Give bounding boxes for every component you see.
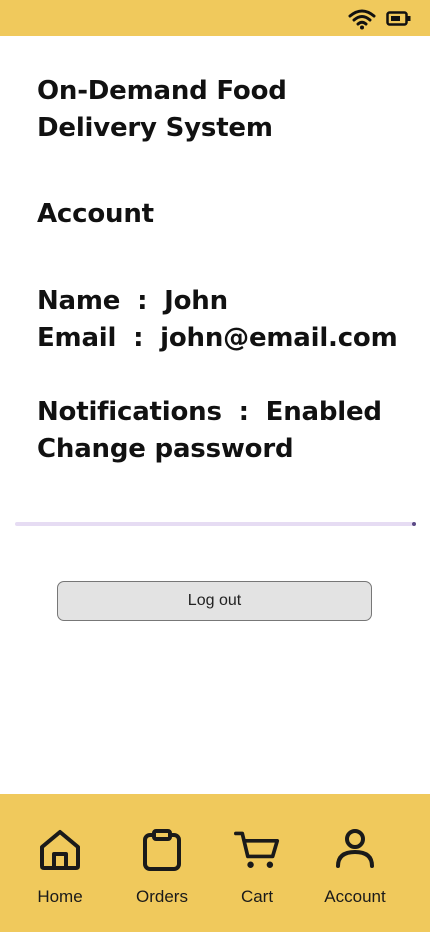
nav-label-account: Account <box>324 887 386 906</box>
change-password-link[interactable]: Change password <box>37 431 417 468</box>
title-line-1: On-Demand Food <box>37 76 287 106</box>
name-value: John <box>164 286 228 316</box>
nav-label-orders: Orders <box>136 887 188 906</box>
notifications-row[interactable]: Notifications : Enabled <box>37 394 417 431</box>
logout-button[interactable]: Log out <box>57 581 372 621</box>
notifications-value: Enabled <box>265 397 382 427</box>
separator: : <box>137 286 148 316</box>
separator: : <box>238 397 249 427</box>
email-row: Email : john@email.com <box>37 320 417 357</box>
nav-label-home: Home <box>37 887 83 906</box>
bottom-nav: Home Orders Cart Account <box>0 794 430 932</box>
email-label: Email <box>37 323 117 353</box>
divider-end-dot <box>412 522 416 526</box>
nav-item-orders[interactable]: Orders <box>112 794 212 932</box>
page-title: On-Demand Food Delivery System <box>37 73 417 147</box>
divider <box>15 522 413 526</box>
home-icon <box>37 828 83 874</box>
user-icon <box>332 828 378 874</box>
wifi-icon <box>348 9 376 30</box>
battery-icon <box>386 11 411 26</box>
nav-item-home[interactable]: Home <box>10 794 110 932</box>
name-row: Name : John <box>37 283 417 320</box>
clipboard-icon <box>139 828 185 874</box>
notifications-label: Notifications <box>37 397 222 427</box>
title-line-2: Delivery System <box>37 113 273 143</box>
email-value: john@email.com <box>160 323 398 353</box>
settings-list: Notifications : Enabled Change password <box>37 394 417 468</box>
profile-info: Name : John Email : john@email.com <box>37 283 417 357</box>
cart-icon <box>234 828 280 874</box>
name-label: Name <box>37 286 121 316</box>
separator: : <box>133 323 144 353</box>
section-heading: Account <box>37 199 154 229</box>
nav-item-cart[interactable]: Cart <box>207 794 307 932</box>
status-bar <box>0 0 430 36</box>
nav-item-account[interactable]: Account <box>305 794 405 932</box>
nav-label-cart: Cart <box>240 887 274 906</box>
